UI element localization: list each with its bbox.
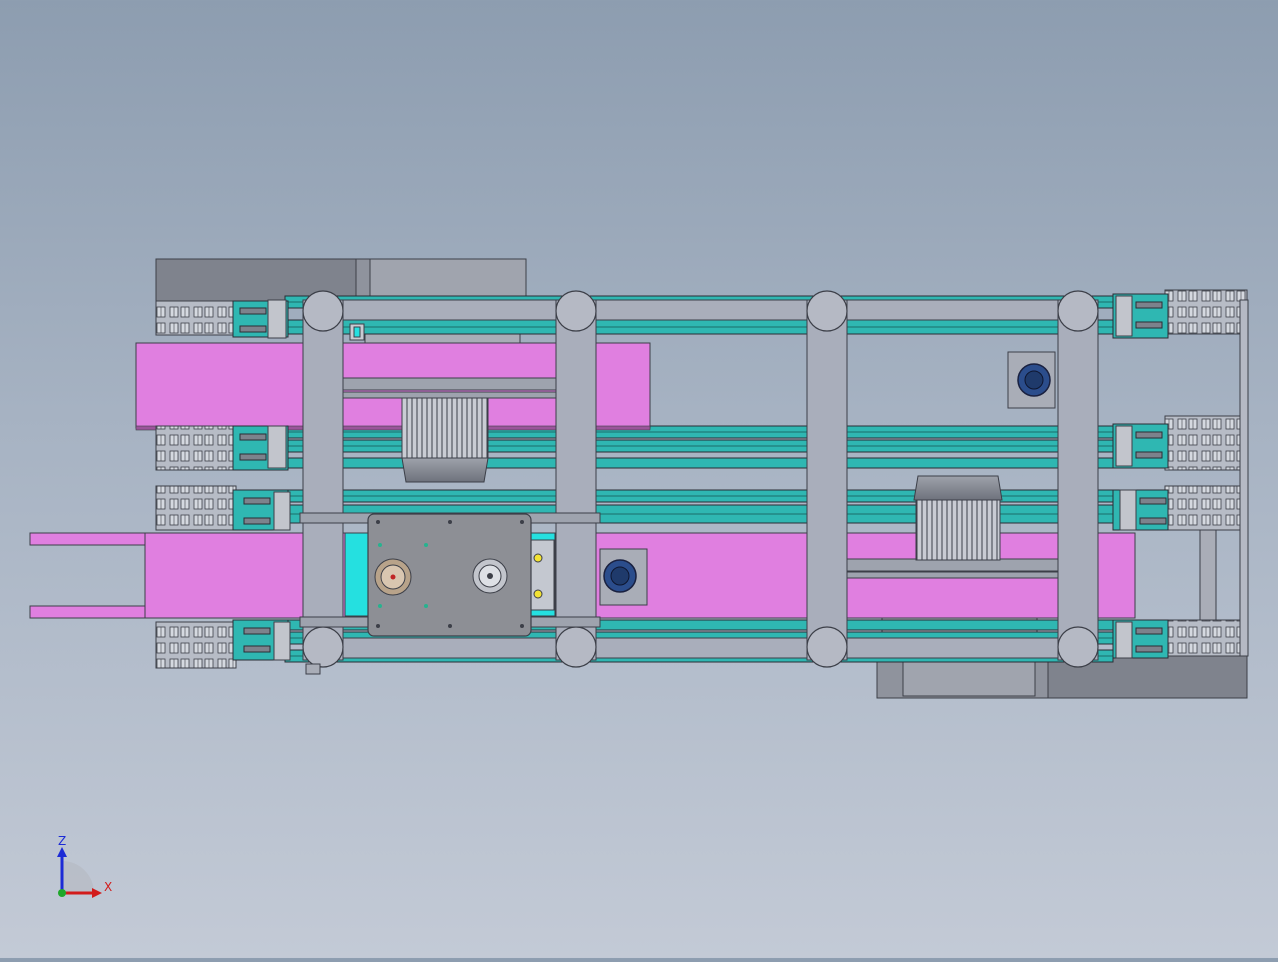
lower-drive-motor (913, 475, 1003, 561)
gearbox-assembly (344, 513, 556, 637)
z-axis-arrow (57, 847, 67, 857)
y-axis-origin (58, 889, 66, 897)
upper-drive-motor (401, 397, 489, 483)
conveyor-assembly-drawing (29, 258, 1249, 699)
x-axis-arrow (92, 888, 102, 898)
cad-viewport[interactable] (0, 0, 1278, 958)
chain-guides-right (1164, 289, 1249, 657)
bearing-unit-lower-middle (599, 548, 648, 606)
coordinate-triad: Z X (50, 834, 120, 910)
bearing-unit-upper-right (1007, 351, 1056, 409)
z-axis-label: Z (58, 835, 66, 848)
x-axis-label: X (104, 880, 112, 894)
triad-plane (62, 861, 94, 893)
